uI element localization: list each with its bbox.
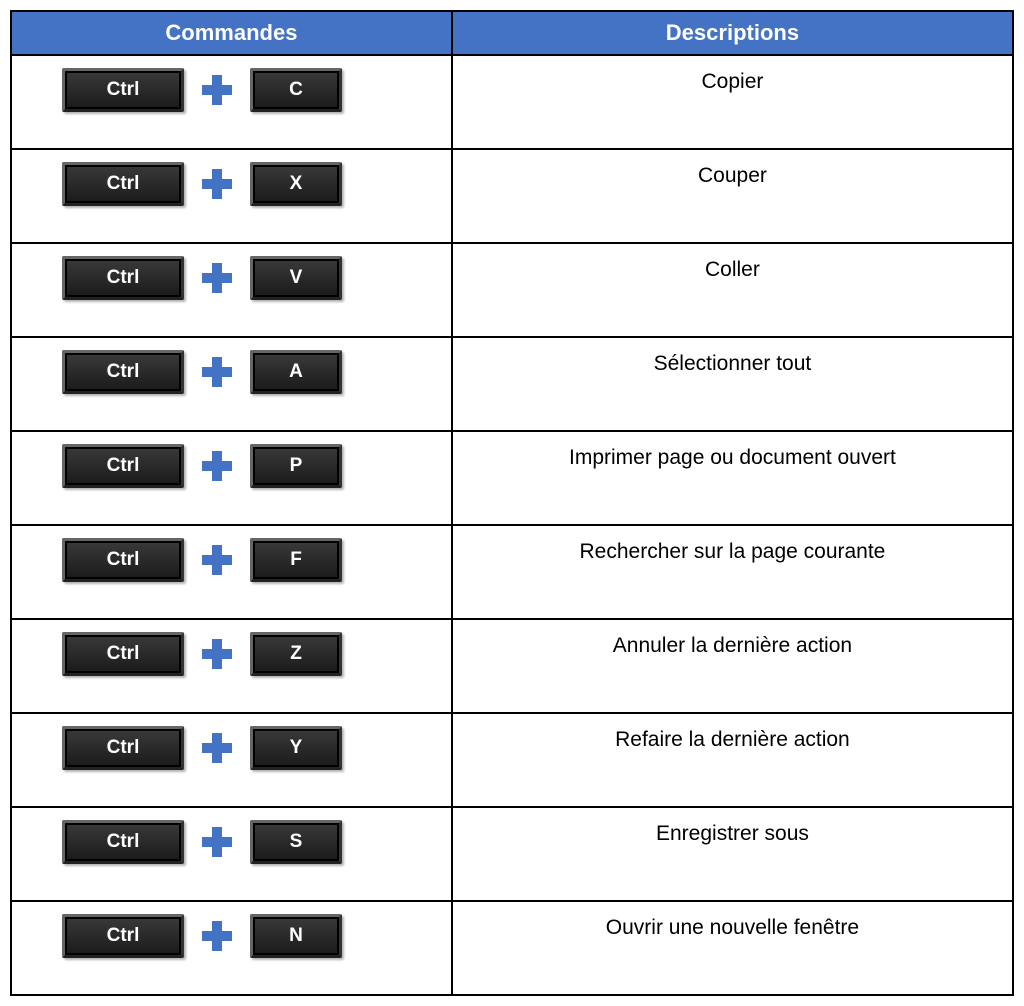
key-combo: Ctrl A [32, 350, 431, 394]
description-cell: Coller [452, 243, 1013, 337]
plus-icon [202, 827, 232, 857]
key-ctrl: Ctrl [62, 162, 184, 206]
plus-icon [202, 75, 232, 105]
command-cell: Ctrl A [11, 337, 452, 431]
key-ctrl: Ctrl [62, 350, 184, 394]
plus-icon [202, 263, 232, 293]
key-ctrl: Ctrl [62, 68, 184, 112]
key-letter: X [250, 162, 342, 206]
command-cell: Ctrl X [11, 149, 452, 243]
description-cell: Rechercher sur la page courante [452, 525, 1013, 619]
description-cell: Refaire la dernière action [452, 713, 1013, 807]
plus-icon [202, 639, 232, 669]
command-cell: Ctrl P [11, 431, 452, 525]
key-combo: Ctrl V [32, 256, 431, 300]
command-cell: Ctrl F [11, 525, 452, 619]
table-row: Ctrl Y Refaire la dernière action [11, 713, 1013, 807]
shortcuts-table: Commandes Descriptions CtrlCCopierCtrlXC… [10, 10, 1014, 996]
table-row: Ctrl Z Annuler la dernière action [11, 619, 1013, 713]
description-cell: Copier [452, 55, 1013, 149]
key-combo: Ctrl N [32, 914, 431, 958]
plus-icon [202, 545, 232, 575]
key-ctrl: Ctrl [62, 538, 184, 582]
description-cell: Enregistrer sous [452, 807, 1013, 901]
key-combo: Ctrl P [32, 444, 431, 488]
key-letter: A [250, 350, 342, 394]
table-row: Ctrl C Copier [11, 55, 1013, 149]
table-row: Ctrl P Imprimer page ou document ouvert [11, 431, 1013, 525]
command-cell: Ctrl V [11, 243, 452, 337]
key-letter: S [250, 820, 342, 864]
key-letter: Z [250, 632, 342, 676]
key-letter: Y [250, 726, 342, 770]
plus-icon [202, 169, 232, 199]
command-cell: Ctrl Z [11, 619, 452, 713]
key-combo: Ctrl X [32, 162, 431, 206]
key-ctrl: Ctrl [62, 256, 184, 300]
key-ctrl: Ctrl [62, 726, 184, 770]
command-cell: Ctrl C [11, 55, 452, 149]
command-cell: Ctrl S [11, 807, 452, 901]
table-row: Ctrl A Sélectionner tout [11, 337, 1013, 431]
plus-icon [202, 921, 232, 951]
key-combo: Ctrl Z [32, 632, 431, 676]
header-descriptions: Descriptions [452, 11, 1013, 55]
command-cell: Ctrl Y [11, 713, 452, 807]
key-ctrl: Ctrl [62, 820, 184, 864]
key-combo: Ctrl S [32, 820, 431, 864]
table-row: Ctrl F Rechercher sur la page courante [11, 525, 1013, 619]
description-cell: Imprimer page ou document ouvert [452, 431, 1013, 525]
description-cell: Sélectionner tout [452, 337, 1013, 431]
table-row: Ctrl S Enregistrer sous [11, 807, 1013, 901]
key-combo: Ctrl Y [32, 726, 431, 770]
key-combo: Ctrl C [32, 68, 431, 112]
key-ctrl: Ctrl [62, 444, 184, 488]
description-cell: Couper [452, 149, 1013, 243]
table-row: Ctrl X Couper [11, 149, 1013, 243]
key-ctrl: Ctrl [62, 914, 184, 958]
key-letter: N [250, 914, 342, 958]
table-row: Ctrl V Coller [11, 243, 1013, 337]
key-ctrl: Ctrl [62, 632, 184, 676]
key-letter: V [250, 256, 342, 300]
key-letter: F [250, 538, 342, 582]
description-cell: Annuler la dernière action [452, 619, 1013, 713]
key-letter: P [250, 444, 342, 488]
header-commands: Commandes [11, 11, 452, 55]
key-combo: Ctrl F [32, 538, 431, 582]
key-letter: C [250, 68, 342, 112]
plus-icon [202, 357, 232, 387]
plus-icon [202, 733, 232, 763]
plus-icon [202, 451, 232, 481]
